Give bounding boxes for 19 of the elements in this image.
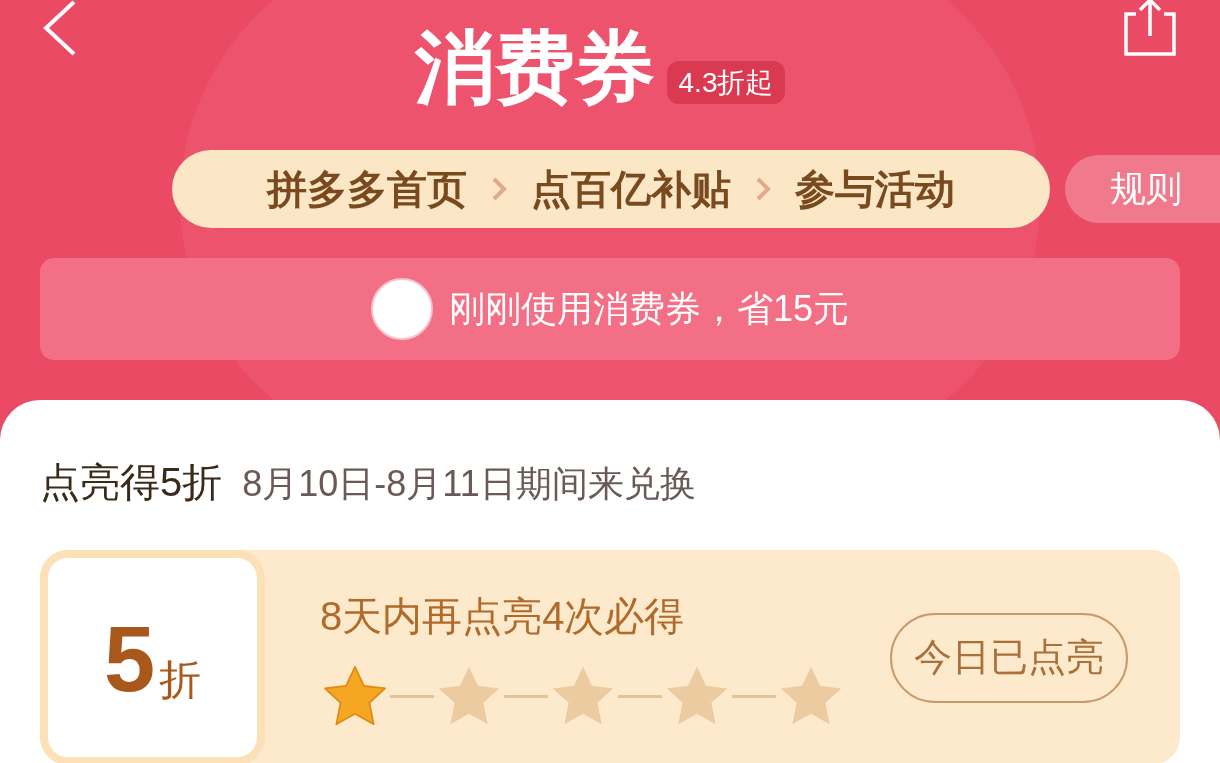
connector-line [504, 695, 548, 698]
chevron-icon [755, 176, 771, 202]
chevron-icon [491, 176, 507, 202]
rules-button[interactable]: 规则 [1065, 155, 1220, 223]
step-label: 参与活动 [795, 166, 955, 213]
section-title: 点亮得5折 [40, 459, 223, 506]
discount-unit: 折 [159, 659, 202, 701]
discount-badge: 4.3折起 [666, 61, 786, 104]
lit-today-button[interactable]: 今日已点亮 [890, 612, 1128, 703]
connector-line [732, 695, 776, 698]
notice-text: 刚刚使用消费券，省15元 [448, 287, 849, 331]
page-title: 消费券 [414, 28, 655, 108]
connector-line [618, 695, 662, 698]
progress-text: 8天内再点亮4次必得 [320, 592, 686, 640]
step-label: 拼多多首页 [267, 166, 467, 213]
connector-line [390, 695, 434, 698]
step-label: 点百亿补贴 [531, 166, 731, 213]
discount-value: 5 [103, 613, 156, 705]
section-subtitle: 8月10日-8月11日期间来兑换 [242, 462, 696, 506]
